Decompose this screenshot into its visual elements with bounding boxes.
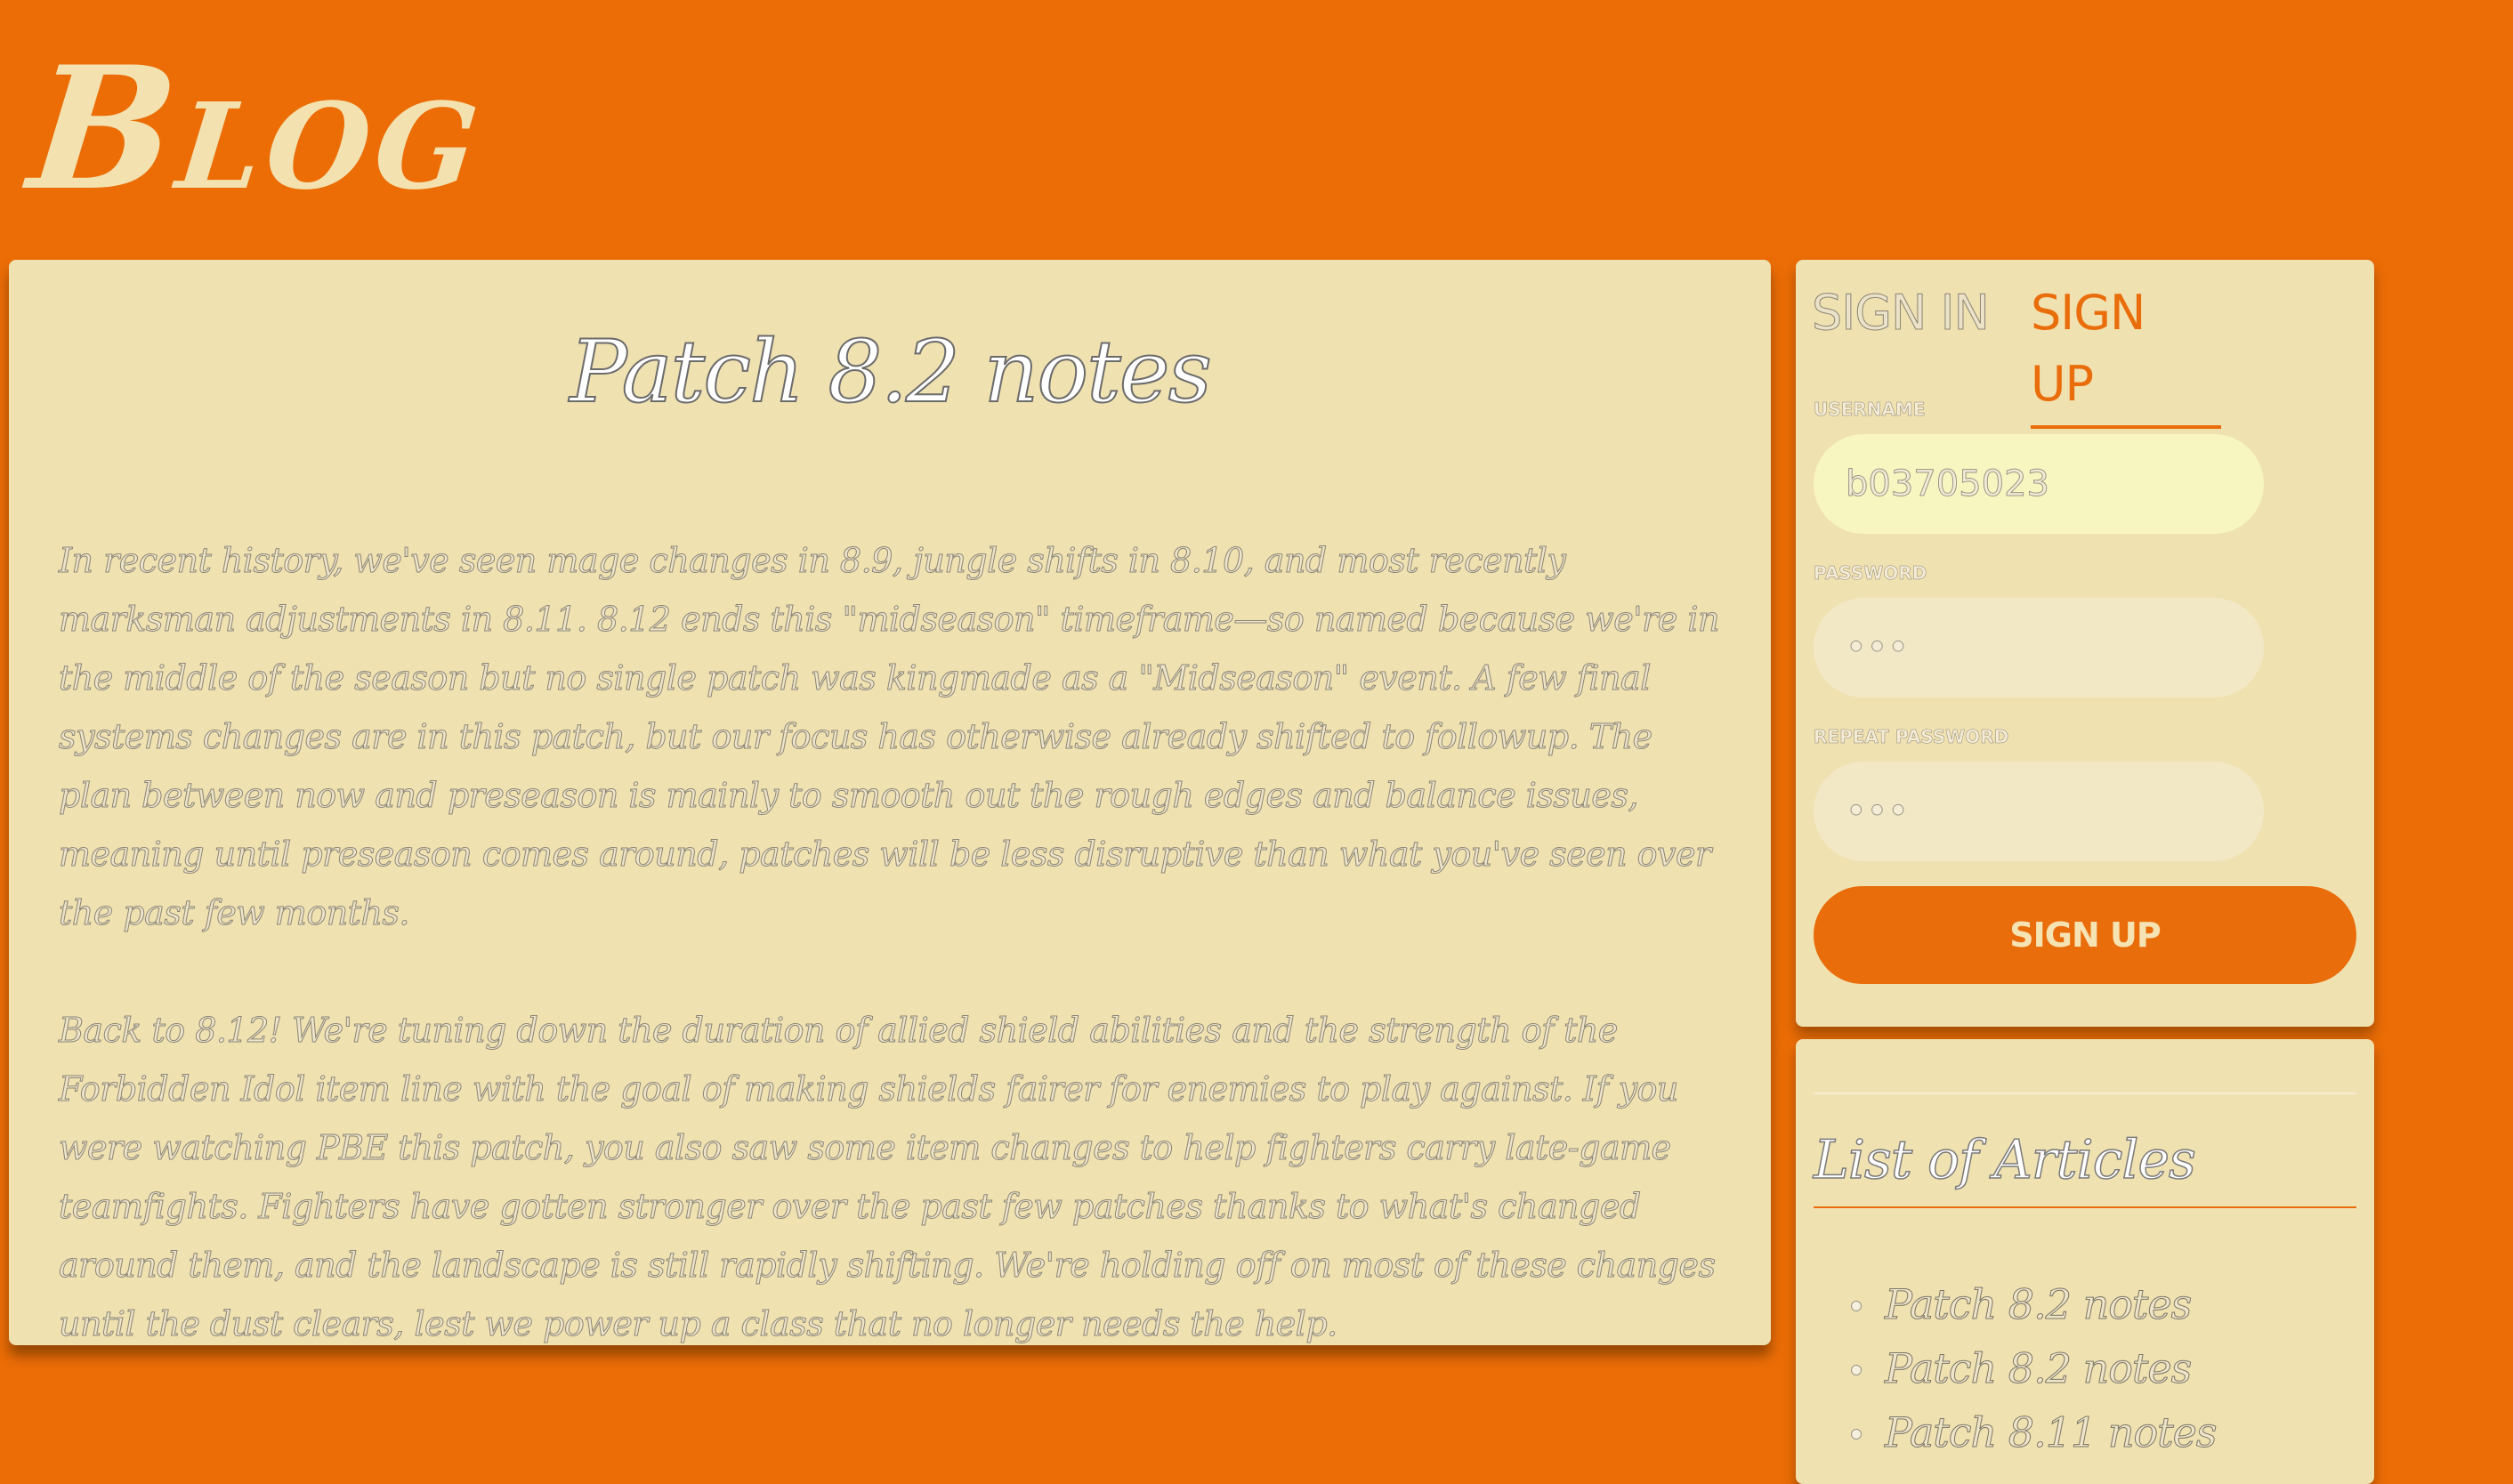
article-link[interactable]: Patch 8.11 notes — [1850, 1400, 2218, 1464]
auth-card: SIGN IN SIGN UP Username Password ••• Re… — [1796, 260, 2374, 1027]
repeat-password-label: Repeat Password — [1814, 726, 2009, 748]
article-link[interactable]: Patch 8.2 notes — [1850, 1272, 2216, 1336]
password-input[interactable]: ••• — [1814, 598, 2264, 698]
tab-sign-in[interactable]: SIGN IN — [1812, 278, 1991, 349]
article-link[interactable]: Patch 8.2 notes — [1850, 1336, 2216, 1400]
articles-heading: List of Articles — [1813, 1125, 2356, 1208]
divider — [1814, 1093, 2356, 1094]
articles-card: List of Articles Patch 8.2 notes Patch 8… — [1796, 1039, 2374, 1484]
articles-list: Patch 8.2 notes Patch 8.2 notes Patch 8.… — [1814, 1272, 2218, 1464]
article-paragraph: Back to 8.12! We're tuning down the dura… — [59, 1011, 1717, 1344]
article-title: Patch 8.2 notes — [569, 321, 1213, 423]
username-label: Username — [1814, 399, 1926, 421]
username-input[interactable] — [1814, 434, 2264, 534]
sign-up-button[interactable]: SIGN UP — [1814, 886, 2356, 984]
site-header: Blog — [0, 0, 2513, 258]
repeat-password-input[interactable]: ••• — [1814, 762, 2264, 861]
tab-sign-up[interactable]: SIGN UP — [2031, 278, 2221, 429]
blog-logo[interactable]: Blog — [21, 29, 494, 228]
auth-tabs: SIGN IN SIGN UP — [1812, 278, 2364, 429]
article-body: In recent history, we've seen mage chang… — [59, 531, 1732, 1412]
article-card: Patch 8.2 notes In recent history, we've… — [9, 260, 1771, 1345]
password-label: Password — [1814, 562, 1927, 585]
article-paragraph: In recent history, we've seen mage chang… — [59, 541, 1721, 933]
